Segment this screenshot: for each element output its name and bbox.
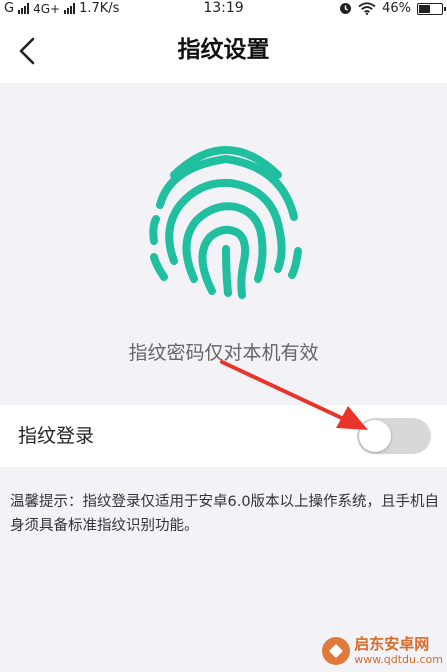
watermark-logo-icon: [322, 637, 351, 665]
fingerprint-login-label: 指纹登录: [18, 425, 95, 447]
watermark-url: www.qdtdu.com: [354, 653, 443, 666]
fingerprint-login-toggle[interactable]: [357, 418, 431, 454]
fingerprint-login-row: 指纹登录: [0, 405, 447, 467]
alarm-icon: [340, 3, 352, 14]
wifi-icon: [358, 2, 376, 15]
fingerprint-icon: [149, 146, 302, 299]
battery-icon: [417, 2, 446, 15]
watermark-text: 启东安卓网 www.qdtdu.com: [354, 635, 443, 667]
toggle-knob: [359, 420, 391, 452]
status-right: 46%: [339, 0, 446, 17]
warm-tip: 温馨提示：指纹登录仅适用于安卓6.0版本以上操作系统，且手机自身须具备标准指纹识…: [10, 494, 440, 534]
page-title: 指纹设置: [177, 37, 270, 63]
battery-percent: 46%: [382, 1, 411, 16]
fingerprint-hint: 指纹密码仅对本机有效: [128, 342, 319, 364]
nav-bar: 指纹设置: [0, 17, 447, 83]
fingerprint-hero: 指纹密码仅对本机有效: [0, 83, 447, 403]
status-bar: G 4G+ 1.7K/s 13:19 46%: [0, 0, 447, 17]
watermark-name: 启东安卓网: [354, 635, 430, 653]
watermark: 启东安卓网 www.qdtdu.com: [322, 636, 443, 666]
